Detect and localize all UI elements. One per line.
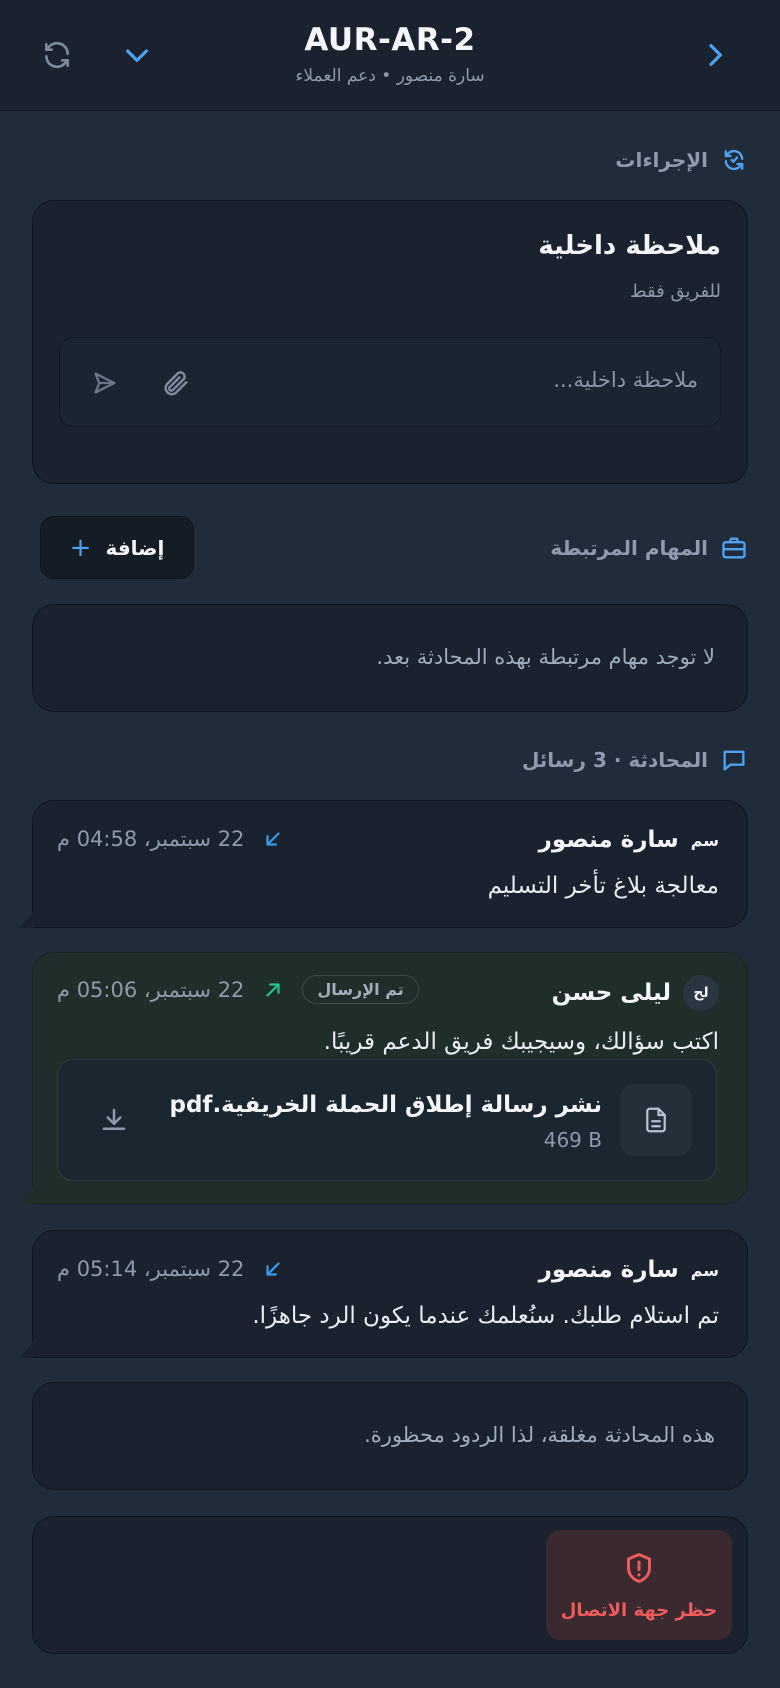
- download-button[interactable]: [94, 1100, 134, 1140]
- note-subtitle: للفريق فقط: [629, 281, 721, 302]
- avatar: سم: [690, 830, 719, 850]
- tasks-empty-text: لا توجد مهام مرتبطة بهذه المحادثة بعد.: [376, 645, 715, 669]
- sender-name: ليلى حسن: [551, 980, 671, 1006]
- bubble-tail: [19, 1342, 33, 1358]
- message-meta: تم الإرسال 22 سبتمبر، 05:06 م: [57, 975, 419, 1004]
- avatar: سم: [690, 1260, 719, 1280]
- message-text: تم استلام طلبك. سنُعلمك عندما يكون الرد …: [252, 1303, 719, 1329]
- file-thumb: [620, 1084, 692, 1156]
- conversation-heading-label: المحادثة · 3 رسائل: [521, 748, 708, 772]
- attachment-size: 469 B: [543, 1128, 602, 1152]
- incoming-arrow-icon: [266, 1262, 281, 1276]
- tasks-heading-label: المهام المرتبطة: [550, 536, 708, 560]
- paperclip-icon: [164, 371, 188, 396]
- sender-name: سارة منصور: [538, 827, 679, 853]
- block-contact-label: حظر جهة الاتصال: [560, 1599, 718, 1621]
- download-icon: [102, 1108, 126, 1130]
- incoming-arrow-icon: [266, 832, 281, 846]
- chat-icon: [723, 750, 745, 771]
- message-time: 22 سبتمبر، 05:14 م: [57, 1257, 245, 1281]
- note-placeholder: ملاحظة داخلية...: [553, 368, 698, 392]
- send-note-button[interactable]: [86, 364, 124, 402]
- status-badge: تم الإرسال: [302, 975, 419, 1004]
- file-icon: [646, 1107, 666, 1133]
- shield-alert-icon: [627, 1552, 651, 1583]
- message-header: لح ليلى حسن: [552, 975, 719, 1011]
- sent-arrow-icon: [266, 982, 281, 997]
- sync-icon: [724, 149, 744, 171]
- actions-heading-label: الإجراءات: [615, 148, 708, 172]
- add-task-label: إضافة: [105, 535, 165, 560]
- internal-note-card: ملاحظة داخلية للفريق فقط ملاحظة داخلية..…: [32, 200, 748, 484]
- page-subtitle: سارة منصور • دعم العملاء: [295, 66, 485, 86]
- page-title: AUR-AR-2: [304, 22, 476, 58]
- app-header: AUR-AR-2 سارة منصور • دعم العملاء: [0, 0, 780, 111]
- tasks-heading: المهام المرتبطة: [550, 534, 748, 562]
- message-time: 22 سبتمبر، 05:06 م: [57, 977, 245, 1002]
- bubble-tail: [19, 912, 33, 928]
- message-item: لح ليلى حسن تم الإرسال 22 سبتمبر، 05:06 …: [19, 952, 748, 1204]
- tasks-empty-card: لا توجد مهام مرتبطة بهذه المحادثة بعد.: [32, 604, 748, 712]
- chevron-right-icon: [709, 44, 722, 66]
- sender-name: سارة منصور: [538, 1257, 679, 1283]
- internal-note-input[interactable]: ملاحظة داخلية...: [59, 337, 721, 427]
- add-task-button[interactable]: إضافة +: [40, 516, 194, 579]
- conversation-heading: المحادثة · 3 رسائل: [522, 746, 748, 774]
- message-meta: 22 سبتمبر، 05:14 م: [57, 1257, 284, 1281]
- message-text: معالجة بلاغ تأخر التسليم: [487, 873, 719, 899]
- message-item: سم سارة منصور 22 سبتمبر، 04:58 م معالجة …: [19, 800, 748, 928]
- bubble-tail: [19, 1188, 33, 1204]
- message-time: 22 سبتمبر، 04:58 م: [57, 827, 245, 851]
- note-title: ملاحظة داخلية: [538, 231, 721, 261]
- forward-button[interactable]: [694, 34, 736, 76]
- actions-heading: الإجراءات: [615, 146, 748, 174]
- attachment-card[interactable]: نشر رسالة إطلاق الحملة الخريفية.pdf 469 …: [57, 1059, 717, 1181]
- attach-button[interactable]: [156, 364, 194, 402]
- message-item: سم سارة منصور 22 سبتمبر، 05:14 م تم استل…: [19, 1230, 748, 1358]
- closed-notice-text: هذه المحادثة مغلقة، لذا الردود محظورة.: [364, 1423, 715, 1447]
- send-icon: [94, 372, 116, 394]
- plus-icon: +: [69, 532, 92, 563]
- closed-notice-card: هذه المحادثة مغلقة، لذا الردود محظورة.: [32, 1382, 748, 1490]
- message-header: سم سارة منصور: [539, 1257, 719, 1283]
- message-header: سم سارة منصور: [539, 827, 719, 853]
- attachment-name: نشر رسالة إطلاق الحملة الخريفية.pdf: [169, 1092, 603, 1118]
- block-contact-button[interactable]: حظر جهة الاتصال: [546, 1530, 732, 1640]
- briefcase-icon: [722, 537, 746, 559]
- message-text: اكتب سؤالك، وسيجيبك فريق الدعم قريبًا.: [323, 1029, 719, 1055]
- avatar: لح: [683, 975, 719, 1011]
- message-meta: 22 سبتمبر، 04:58 م: [57, 827, 284, 851]
